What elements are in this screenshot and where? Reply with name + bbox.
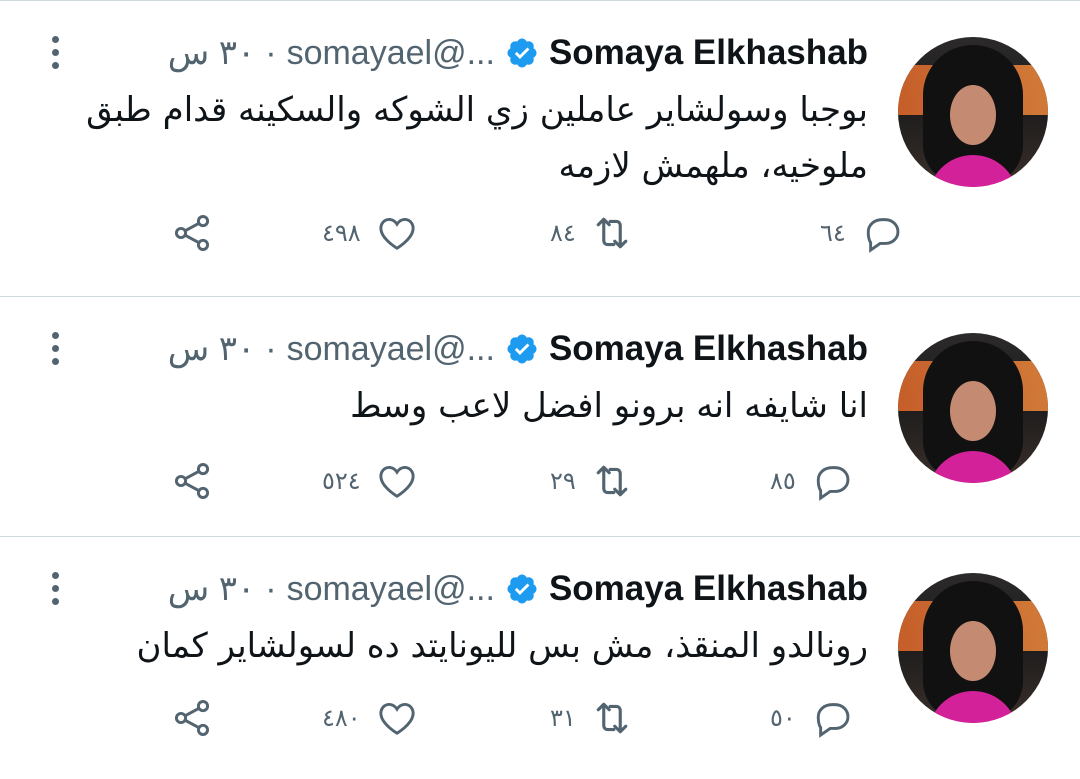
heart-icon (379, 465, 415, 498)
retweet-button[interactable]: ٣١ (550, 698, 634, 738)
tweet[interactable]: ٣٠ س · ...@somayael Somaya Elkhashab بوج… (0, 0, 1080, 253)
reply-icon (816, 466, 850, 501)
share-icon (174, 215, 210, 251)
reply-count: ٦٤ (820, 219, 846, 247)
avatar[interactable] (898, 573, 1048, 723)
retweet-icon (596, 217, 628, 249)
reply-count: ٥٠ (770, 704, 796, 732)
tweet-text: بوجبا وسولشاير عاملين زي الشوكه والسكينه… (86, 90, 868, 186)
retweet-icon (596, 702, 628, 734)
retweet-count: ٣١ (550, 704, 576, 732)
tweet-text: انا شايفه انه برونو افضل لاعب وسط (350, 386, 868, 426)
like-button[interactable]: ٤٩٨ (322, 213, 419, 253)
reply-button[interactable]: ٥٠ (770, 698, 854, 738)
display-name[interactable]: Somaya Elkhashab (549, 33, 868, 73)
more-options-icon[interactable] (48, 572, 62, 612)
share-button[interactable] (170, 461, 214, 501)
tweet-header: ٣٠ س · ...@somayael Somaya Elkhashab (167, 569, 868, 609)
heart-icon (379, 702, 415, 735)
more-options-icon[interactable] (48, 332, 62, 372)
avatar[interactable] (898, 333, 1048, 483)
like-button[interactable]: ٥٢٤ (322, 461, 419, 501)
retweet-count: ٢٩ (550, 467, 576, 495)
reply-icon (816, 703, 850, 738)
tweet-time: ٣٠ س (167, 34, 256, 72)
display-name[interactable]: Somaya Elkhashab (549, 329, 868, 369)
user-handle[interactable]: ...@somayael (287, 570, 495, 609)
share-icon (174, 700, 210, 736)
tweet-time: ٣٠ س (167, 570, 256, 608)
retweet-button[interactable]: ٢٩ (550, 461, 634, 501)
reply-button[interactable]: ٦٤ (820, 213, 904, 253)
share-icon (174, 463, 210, 499)
tweet[interactable]: ٣٠ س · ...@somayael Somaya Elkhashab رون… (0, 536, 1080, 776)
tweet-header: ٣٠ س · ...@somayael Somaya Elkhashab (167, 33, 868, 73)
retweet-icon (596, 465, 628, 497)
like-button[interactable]: ٤٨٠ (322, 698, 419, 738)
tweet-header: ٣٠ س · ...@somayael Somaya Elkhashab (167, 329, 868, 369)
verified-badge-icon (507, 38, 537, 68)
tweet-text: رونالدو المنقذ، مش بس لليونايتد ده لسولش… (136, 626, 868, 666)
avatar[interactable] (898, 37, 1048, 187)
like-count: ٥٢٤ (322, 467, 361, 495)
retweet-button[interactable]: ٨٤ (550, 213, 634, 253)
reply-count: ٨٥ (770, 467, 796, 495)
verified-badge-icon (507, 334, 537, 364)
retweet-count: ٨٤ (550, 219, 576, 247)
reply-button[interactable]: ٨٥ (770, 461, 854, 501)
like-count: ٤٨٠ (322, 704, 361, 732)
more-options-icon[interactable] (48, 36, 62, 76)
heart-icon (379, 217, 415, 250)
reply-icon (866, 218, 900, 253)
display-name[interactable]: Somaya Elkhashab (549, 569, 868, 609)
like-count: ٤٩٨ (322, 219, 361, 247)
tweet-time: ٣٠ س (167, 330, 256, 368)
tweet[interactable]: ٣٠ س · ...@somayael Somaya Elkhashab انا… (0, 296, 1080, 536)
user-handle[interactable]: ...@somayael (287, 330, 495, 369)
user-handle[interactable]: ...@somayael (287, 34, 495, 73)
share-button[interactable] (170, 698, 214, 738)
verified-badge-icon (507, 574, 537, 604)
share-button[interactable] (170, 213, 214, 253)
